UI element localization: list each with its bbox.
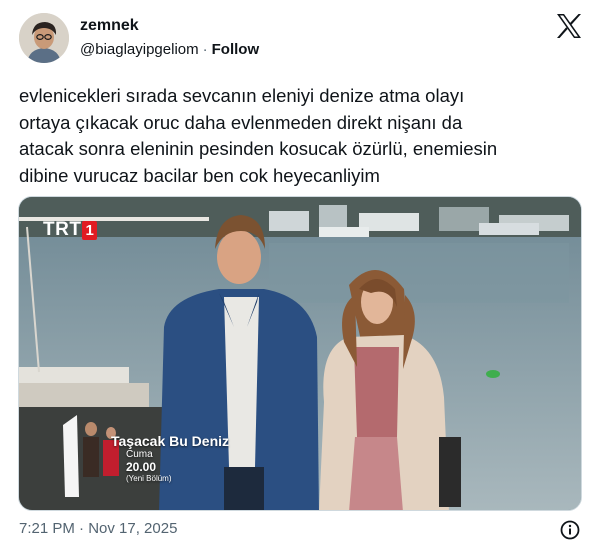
author-handle-row: @biaglayipgeliom · Follow: [80, 41, 259, 58]
tweet-timestamp[interactable]: 7:21 PM · Nov 17, 2025: [19, 520, 177, 537]
show-note: (Yeni Bölüm): [126, 474, 172, 483]
channel-logo-number: 1: [82, 220, 98, 240]
avatar[interactable]: [19, 13, 69, 63]
follow-button[interactable]: Follow: [212, 41, 260, 58]
tweet-text: evlenicekleri sırada sevcanın eleniyi de…: [19, 85, 498, 186]
tweet-media-image[interactable]: TRT 1 Taşacak Bu Deniz Cuma 20.00 (Yeni B…: [18, 196, 582, 511]
show-day: Cuma: [126, 449, 153, 460]
author-display-name[interactable]: zemnek: [80, 17, 139, 35]
info-icon[interactable]: [560, 520, 580, 540]
channel-logo-text: TRT: [43, 219, 82, 240]
channel-logo: TRT 1: [43, 219, 98, 241]
separator-dot: ·: [202, 41, 208, 58]
show-time: 20.00: [126, 460, 157, 474]
x-logo-icon[interactable]: [556, 14, 582, 38]
show-title: Taşacak Bu Deniz: [111, 433, 230, 449]
author-handle[interactable]: @biaglayipgeliom: [80, 41, 199, 58]
